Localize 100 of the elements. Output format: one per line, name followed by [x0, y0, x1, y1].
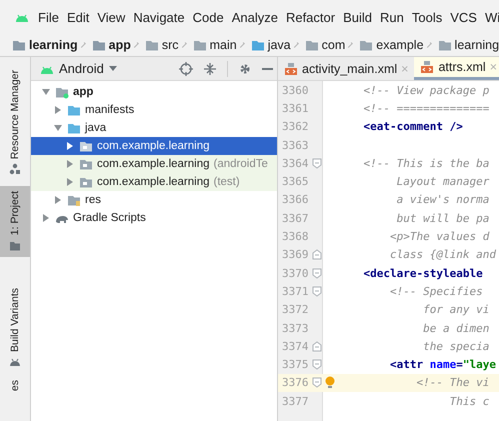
line-number: 3364	[281, 156, 310, 172]
breadcrumb-item[interactable]: learning	[29, 38, 78, 52]
line-number: 3369	[281, 247, 310, 264]
tree-item[interactable]: manifests	[31, 101, 277, 119]
code-line: <eat-comment />	[362, 120, 463, 134]
tree-item-label: com.example.learning	[97, 176, 210, 188]
menu-item[interactable]: Refactor	[286, 10, 336, 24]
tree-item-label: com.example.learning	[97, 140, 210, 152]
breadcrumb-item[interactable]: learning	[454, 38, 499, 52]
code-line: the specia	[422, 340, 490, 353]
line-number: 3377	[281, 394, 310, 410]
editor-tab[interactable]: activity_main.xml ×	[278, 57, 414, 80]
line-number: 3360	[281, 82, 310, 99]
folder-icon	[192, 38, 207, 52]
locate-icon	[179, 62, 193, 76]
breadcrumb-item[interactable]: src	[162, 38, 179, 52]
line-number: 3370	[281, 266, 310, 282]
menu-item[interactable]: Edit	[66, 10, 90, 24]
tree-item[interactable]: Gradle Scripts	[31, 209, 277, 227]
tree-item-suffix: (androidTe	[214, 158, 268, 170]
expanded-arrow-icon	[53, 123, 63, 133]
folder-icon	[250, 38, 265, 52]
line-number: 3371	[281, 284, 310, 300]
code-line: <!-- View package p	[362, 84, 490, 97]
package-folder-icon	[79, 157, 93, 171]
tree-item-label: res	[85, 194, 101, 206]
breadcrumb-item[interactable]: java	[268, 38, 291, 52]
collapsed-arrow-icon	[53, 105, 63, 115]
breadcrumb-item[interactable]: example	[376, 38, 424, 52]
code-line: <declare-styleable	[362, 266, 484, 280]
code-line: class {@link and	[388, 248, 496, 262]
line-number: 3374	[281, 338, 310, 355]
code-line: <attr name="laye	[388, 358, 496, 372]
menu-item[interactable]: Analyze	[232, 10, 278, 24]
menu-item[interactable]: VCS	[450, 10, 477, 24]
menu-item[interactable]: File	[38, 10, 59, 24]
line-number: 3367	[281, 210, 310, 227]
minimize-icon	[262, 68, 273, 70]
tree-item-label: Gradle Scripts	[73, 212, 146, 224]
tree-item[interactable]: com.example.learning (androidTe	[31, 155, 277, 173]
tool-window-tab[interactable]: Build Variants	[0, 282, 30, 373]
editor-tab[interactable]: attrs.xml ×	[414, 57, 499, 80]
code-line: <!-- This is the ba	[362, 156, 490, 170]
breadcrumb-item[interactable]: app	[108, 38, 131, 52]
tree-item-label: app	[73, 86, 94, 98]
code-line: be a dimen	[422, 322, 490, 334]
menu-item[interactable]: Run	[380, 10, 404, 24]
tree-item-label: com.example.learning	[97, 158, 210, 170]
xml-file-icon	[284, 62, 298, 76]
xml-file-icon	[420, 60, 434, 74]
tool-window-tab[interactable]: 1: Project	[0, 186, 30, 257]
code-line: This c	[448, 394, 490, 408]
breadcrumb-item[interactable]: com	[322, 38, 346, 52]
line-number: 3376	[281, 375, 310, 392]
module-folder-icon	[92, 38, 106, 52]
tree-item-suffix: (test)	[214, 176, 240, 188]
package-folder-icon	[79, 175, 93, 189]
tree-item-label: manifests	[85, 104, 134, 116]
menu-item[interactable]: View	[97, 10, 126, 24]
line-number: 3365	[281, 174, 310, 190]
menu-item[interactable]: Navigate	[133, 10, 185, 24]
tool-window-tab[interactable]: es	[0, 374, 30, 396]
menu-item[interactable]: Build	[343, 10, 372, 24]
tree-item[interactable]: com.example.learning (test)	[31, 173, 277, 191]
breadcrumb-item[interactable]: main	[210, 38, 237, 52]
code-line: for any vi	[422, 303, 490, 316]
tree-item[interactable]: app	[31, 83, 277, 101]
tree-item[interactable]: com.example.learning	[31, 137, 277, 155]
folder-icon	[304, 38, 319, 52]
folder-icon	[438, 38, 452, 52]
code-line: <!-- The vi	[415, 376, 490, 390]
code-line: <!-- Specifies	[388, 284, 484, 298]
light-bulb-icon	[324, 376, 336, 390]
caret-icon	[108, 65, 118, 72]
code-line: but will be pa	[396, 212, 490, 225]
tool-window-tab[interactable]: Resource Manager	[0, 65, 30, 180]
code-line: a view's norma	[396, 193, 490, 206]
menu-item[interactable]: Tools	[412, 10, 442, 24]
line-number: 3362	[281, 119, 310, 136]
code-line: Layout manager	[396, 175, 490, 188]
line-number: 3368	[281, 229, 310, 246]
code-line: <!-- ==============	[362, 102, 490, 115]
folder-icon	[67, 121, 81, 135]
line-number: 3361	[281, 100, 310, 117]
expanded-arrow-icon	[41, 87, 51, 97]
folder-icon	[67, 103, 81, 117]
tree-item-label: java	[85, 122, 106, 134]
shapes-icon	[9, 163, 21, 176]
menu-item[interactable]: Code	[192, 10, 224, 24]
code-line: <p>The values d	[388, 230, 490, 244]
line-number: 3366	[281, 192, 310, 208]
line-number: 3363	[281, 138, 310, 154]
tree-item[interactable]: java	[31, 119, 277, 137]
menu-item[interactable]: Wi	[484, 10, 499, 24]
line-number: 3373	[281, 320, 310, 336]
folder-icon	[144, 38, 159, 52]
tree-item[interactable]: res	[31, 191, 277, 209]
resources-folder-icon	[67, 193, 81, 207]
line-number: 3372	[281, 302, 310, 318]
module-folder-icon	[12, 38, 26, 52]
